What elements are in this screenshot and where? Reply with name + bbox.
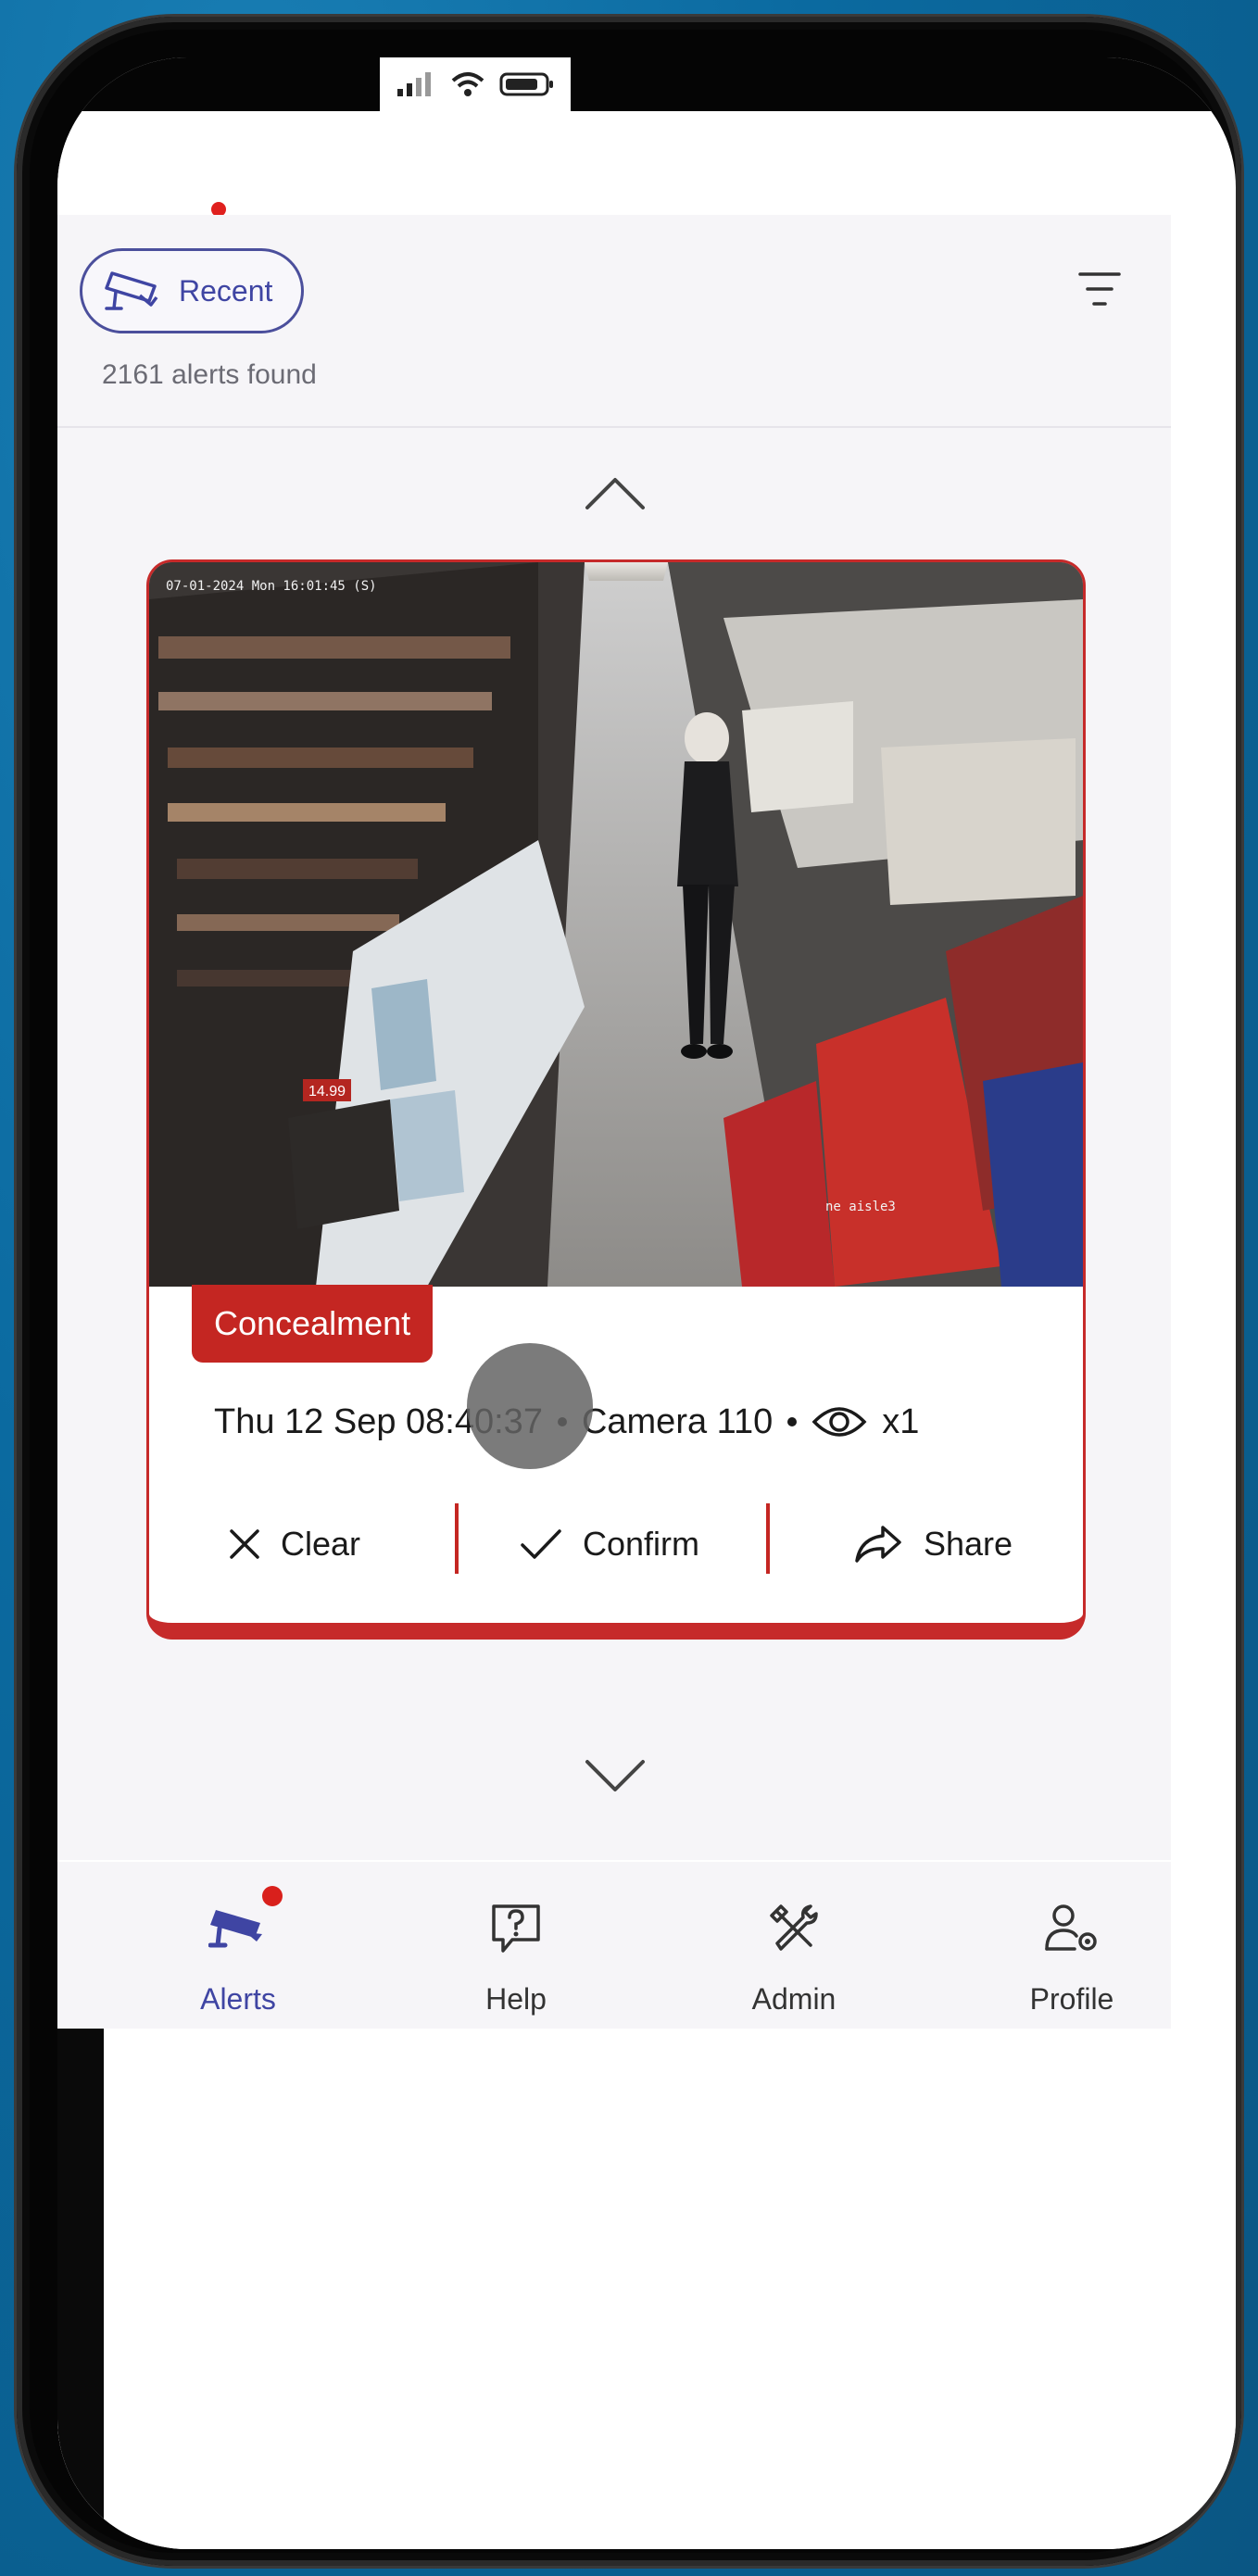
help-chat-icon [492, 1904, 540, 1953]
alert-type-tag: Concealment [192, 1285, 434, 1363]
status-icons [380, 57, 571, 111]
status-bar [57, 57, 1236, 111]
empty-area [57, 2029, 1236, 2549]
close-icon [230, 1529, 259, 1559]
battery-icon [499, 72, 553, 96]
price-tag: 14.99 [308, 1084, 346, 1100]
screen: Recent 2161 alerts found 14.99 07-01-202… [57, 57, 1236, 2549]
tab-admin-label: Admin [751, 1982, 837, 2016]
camera-snapshot[interactable]: 14.99 07-01-2024 Mon 16:01:45 (S) ne ais… [149, 562, 1083, 1287]
action-divider [766, 1503, 770, 1574]
alert-card[interactable]: 14.99 07-01-2024 Mon 16:01:45 (S) ne ais… [146, 559, 1086, 1640]
share-label: Share [924, 1525, 1013, 1563]
chevron-up-icon[interactable] [584, 474, 647, 511]
recent-label: Recent [179, 273, 273, 308]
phone-frame: Recent 2161 alerts found 14.99 07-01-202… [17, 17, 1241, 2566]
share-button[interactable]: Share [853, 1489, 1013, 1600]
tools-icon [770, 1904, 818, 1951]
tab-help-label: Help [485, 1982, 547, 2016]
cctv-camera-icon [208, 1910, 262, 1948]
recent-filter-button[interactable]: Recent [80, 248, 304, 333]
wifi-icon [451, 72, 484, 96]
tab-alerts[interactable]: Alerts [99, 1862, 377, 2029]
user-settings-icon [1045, 1904, 1097, 1951]
tab-help[interactable]: Help [377, 1862, 655, 2029]
tab-profile-label: Profile [1029, 1982, 1114, 2016]
alert-feed: 14.99 07-01-2024 Mon 16:01:45 (S) ne ais… [57, 428, 1171, 1860]
tab-alerts-label: Alerts [200, 1982, 276, 2016]
eye-icon [811, 1407, 867, 1437]
bottom-tab-bar: Alerts Help Admin Profile [57, 1862, 1171, 2029]
touch-indicator [467, 1343, 593, 1469]
alert-actions: Clear Confirm Share [149, 1489, 1083, 1600]
cctv-camera-outline-icon [105, 271, 158, 310]
confirm-label: Confirm [583, 1525, 700, 1563]
check-icon [521, 1529, 561, 1559]
alerts-app: Recent 2161 alerts found 14.99 07-01-202… [57, 111, 1171, 2029]
tab-profile[interactable]: Profile [933, 1862, 1211, 2029]
filter-icon[interactable] [1078, 269, 1121, 309]
alert-camera: Camera 110 [581, 1401, 774, 1441]
tab-admin[interactable]: Admin [655, 1862, 933, 2029]
notification-dot [262, 1886, 283, 1906]
top-spacer [57, 111, 1171, 215]
signal-icon [397, 72, 431, 96]
action-divider [455, 1503, 459, 1574]
alerts-count: 2161 alerts found [102, 359, 317, 390]
chevron-down-icon[interactable] [584, 1758, 647, 1795]
clear-button[interactable]: Clear [229, 1489, 360, 1600]
share-icon [855, 1526, 901, 1563]
confirm-button[interactable]: Confirm [520, 1489, 699, 1600]
view-count: x1 [882, 1401, 920, 1441]
osd-location: ne aisle3 [825, 1200, 896, 1214]
osd-timestamp: 07-01-2024 Mon 16:01:45 (S) [166, 579, 377, 594]
separator-dot [787, 1417, 798, 1426]
bezel-edge [57, 2029, 104, 2549]
clear-label: Clear [281, 1525, 361, 1563]
